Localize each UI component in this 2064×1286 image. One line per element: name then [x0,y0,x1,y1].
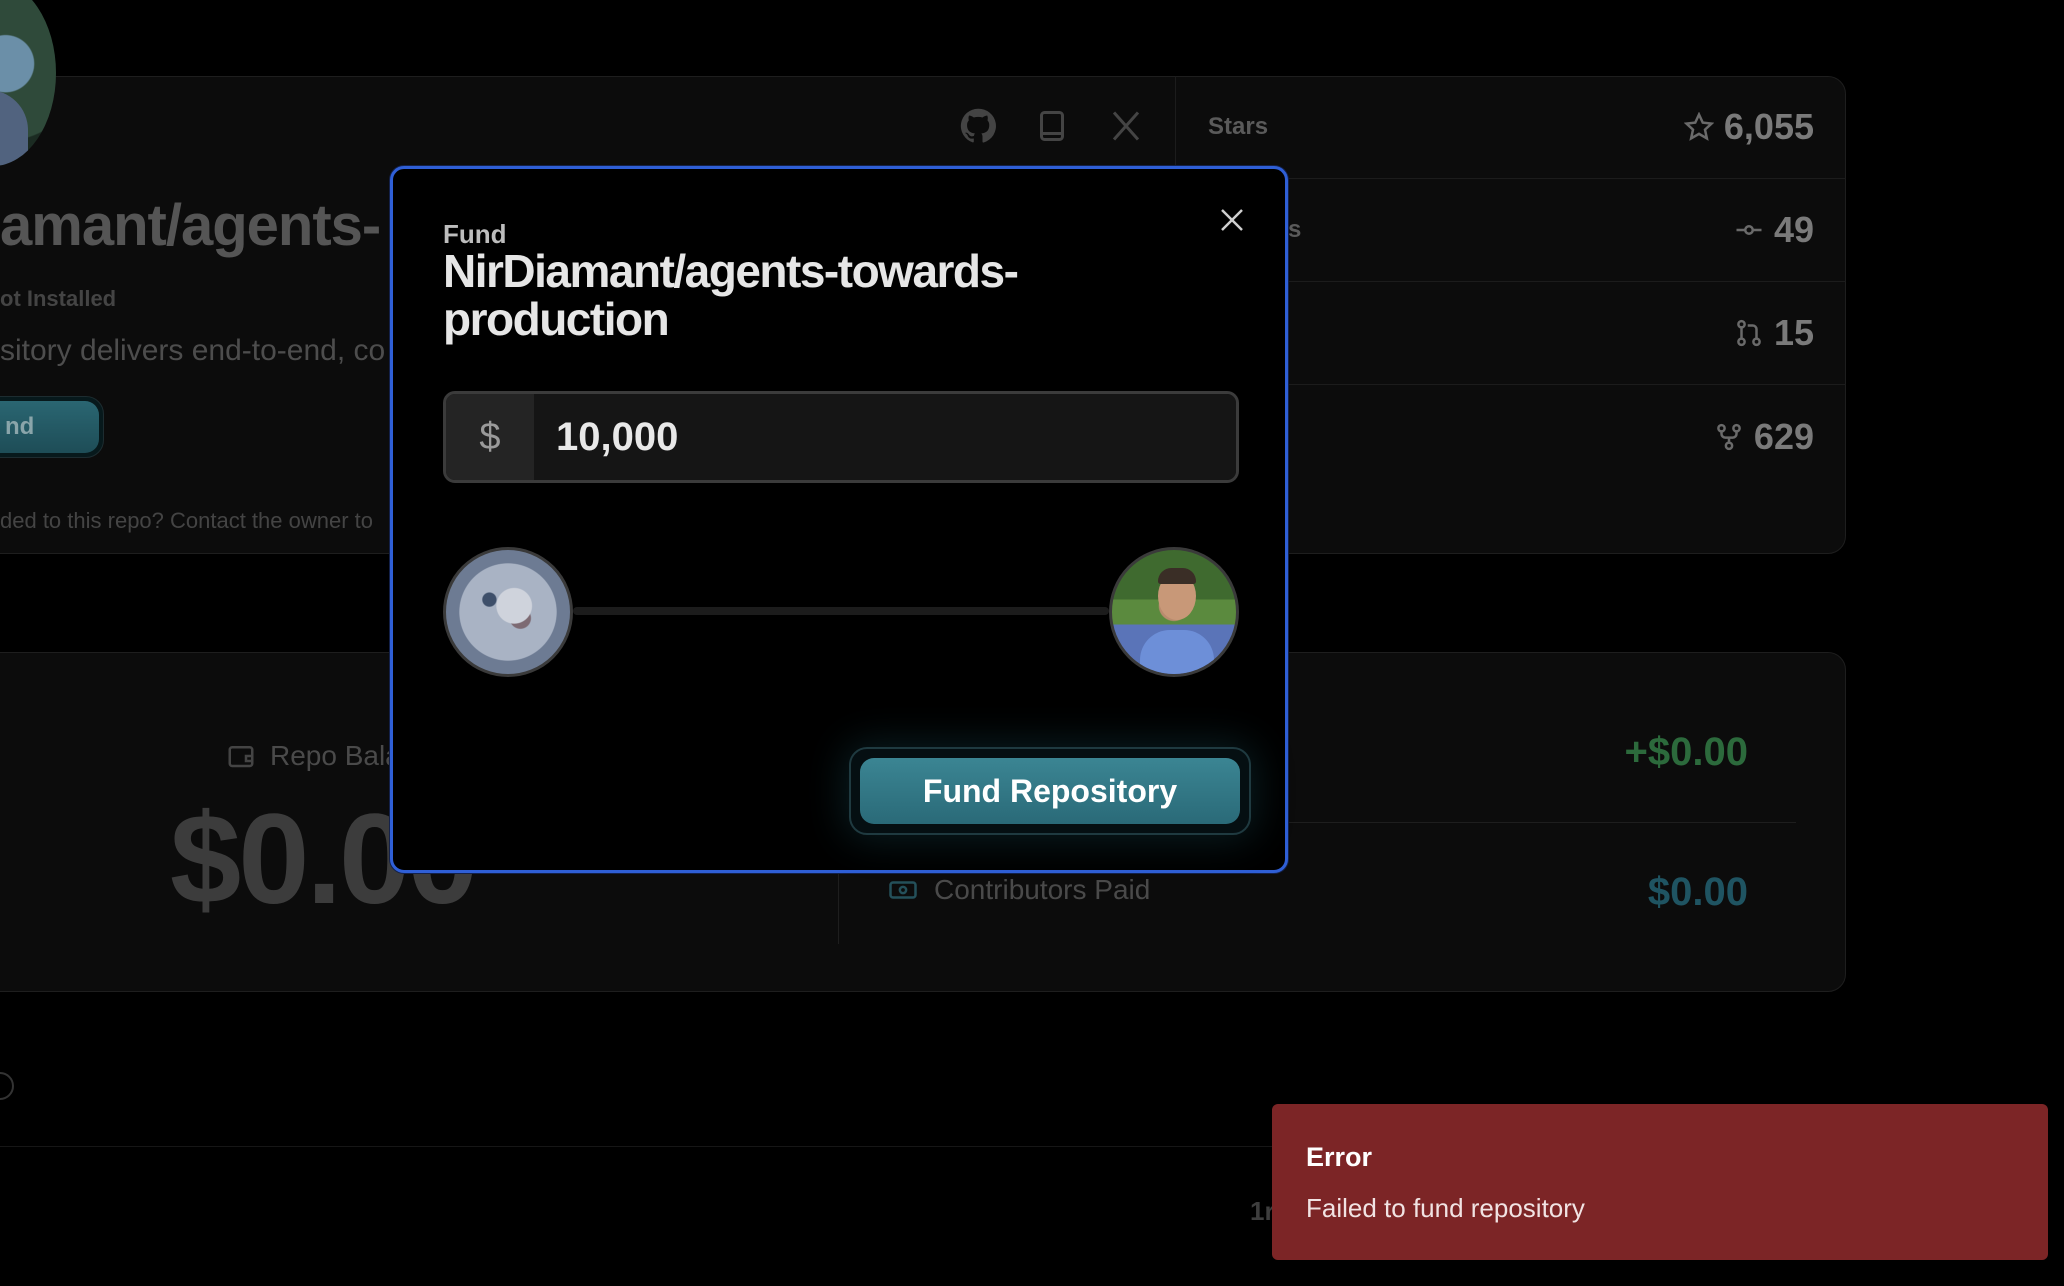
recipient-avatar [1109,547,1239,677]
stat-value: 6,055 [1683,106,1814,148]
forks-count: 629 [1753,415,1814,457]
contributors-paid-text: Contributors Paid [934,874,1151,905]
pull-requests-count: 15 [1773,312,1814,353]
repo-description: sitory delivers end-to-end, co [0,334,386,367]
stat-label: Stars [1208,113,1269,140]
sender-avatar [443,547,573,677]
stars-count: 6,055 [1723,106,1814,147]
social-links [960,108,1144,144]
fund-button-label: nd [0,401,99,453]
fund-modal: Fund NirDiamant/agents-towards-productio… [390,166,1288,873]
fund-flow [443,547,1239,677]
info-icon [0,1072,14,1100]
toast-title: Error [1306,1142,1373,1172]
star-icon [1683,112,1714,141]
bottom-partial-text: 1r [1250,1196,1275,1226]
repo-balance-label: Repo Bala [226,740,401,772]
currency-prefix: $ [446,394,534,480]
repo-balance-label-text: Repo Bala [270,740,401,771]
stat-value: 49 [1734,209,1814,251]
fund-repository-button-wrap: Fund Repository [849,747,1251,835]
close-button[interactable] [1217,205,1247,235]
contact-owner-text: ded to this repo? Contact the owner to [0,508,374,533]
x-icon[interactable] [1108,108,1144,144]
incoming-amount: +$0.00 [1624,730,1748,774]
install-status: ot Installed [0,286,117,311]
close-icon [1221,209,1243,231]
page: amant/agents- ot Installed sitory delive… [0,0,2064,1286]
repo-title: amant/agents- [0,193,381,258]
commits-count: 49 [1773,209,1814,250]
contributors-paid-value: $0.00 [1647,870,1748,914]
fund-button[interactable]: nd [0,396,104,458]
modal-title: NirDiamant/agents-towards-production [443,245,1019,345]
fund-repository-button[interactable]: Fund Repository [860,758,1240,824]
error-toast: Error Failed to fund repository [1272,1104,2048,1260]
fork-icon [1717,423,1741,450]
wallet-icon [228,746,254,768]
stat-value: 15 [1734,312,1814,354]
book-icon[interactable] [1034,108,1070,144]
toast-message: Failed to fund repository [1306,1193,1585,1223]
amount-field[interactable]: $ [443,391,1239,483]
contributors-paid-label: Contributors Paid [888,874,1150,906]
cash-icon [889,881,917,899]
commit-icon [1736,225,1762,235]
stat-value: 629 [1714,416,1814,458]
flow-line [573,607,1109,615]
pull-request-icon [1737,319,1761,347]
amount-input[interactable] [534,394,1236,480]
github-icon[interactable] [960,108,996,144]
stat-stars: Stars 6,055 [1176,76,1846,179]
